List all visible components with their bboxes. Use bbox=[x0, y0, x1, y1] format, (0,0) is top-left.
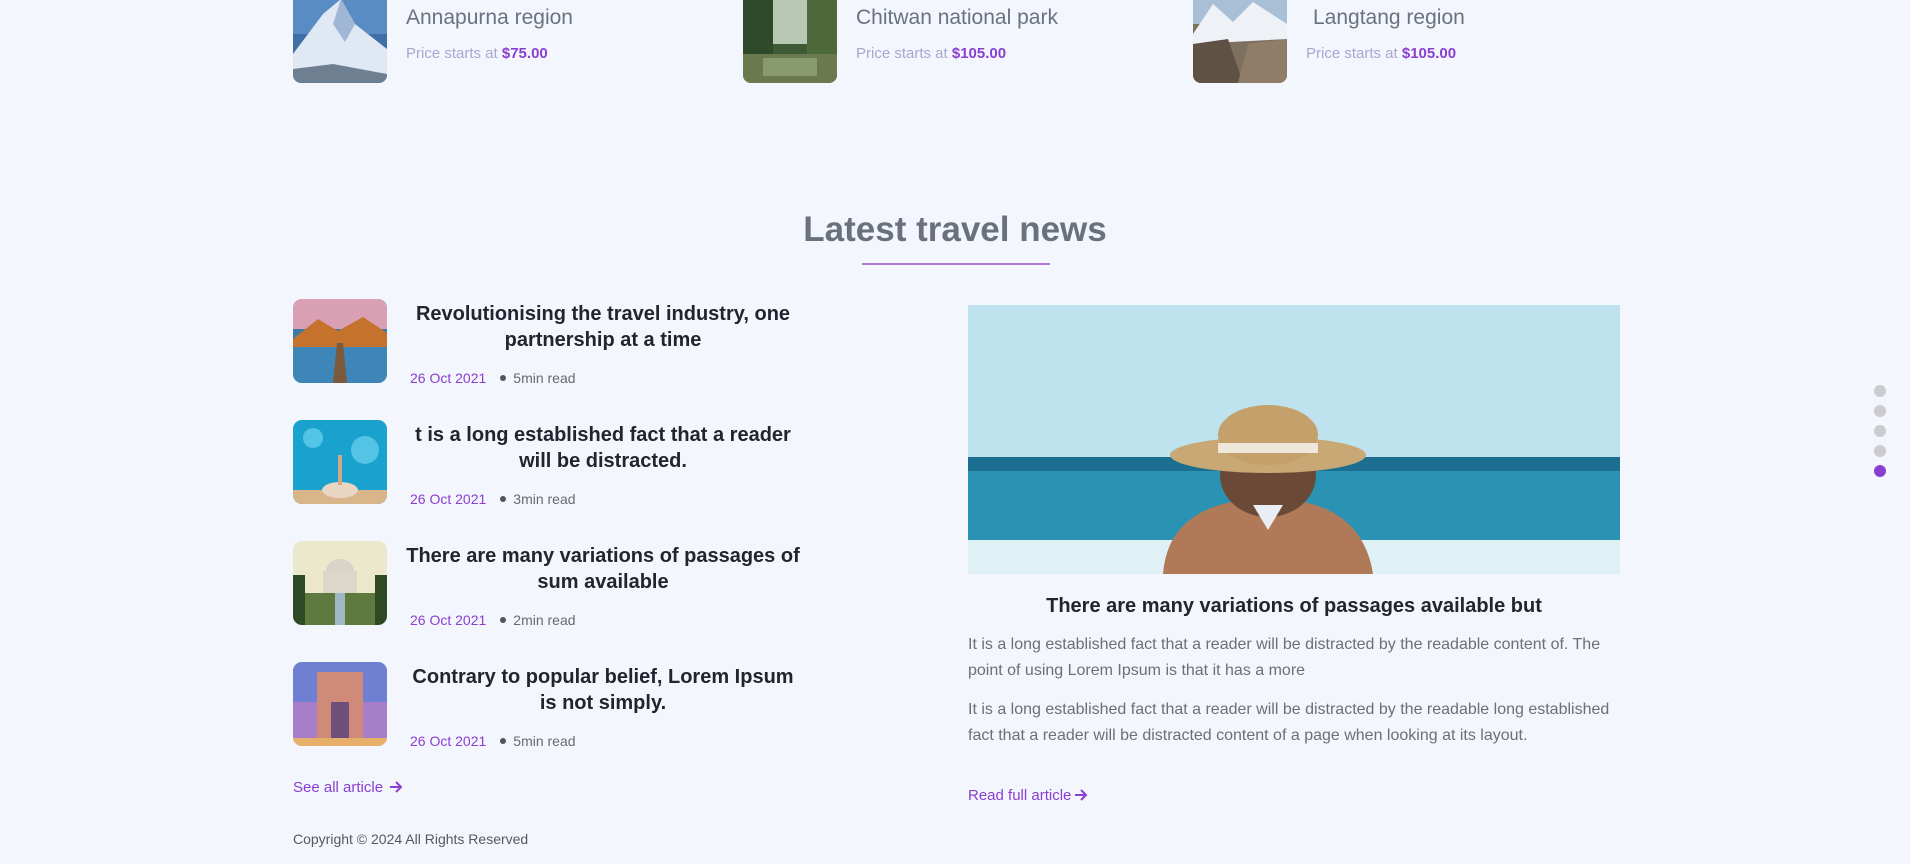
read-time: 3min read bbox=[513, 491, 576, 507]
separator-dot bbox=[500, 375, 507, 382]
featured-image[interactable] bbox=[968, 305, 1620, 574]
section-dot[interactable] bbox=[1874, 445, 1886, 457]
read-full-article-label: Read full article bbox=[968, 787, 1072, 804]
separator-dot bbox=[500, 617, 507, 624]
read-full-article-link[interactable]: Read full article bbox=[968, 787, 1088, 805]
news-date: 26 Oct 2021 bbox=[410, 370, 487, 386]
arrow-right-icon bbox=[390, 781, 403, 793]
destination-price: Price starts at $105.00 bbox=[1306, 45, 1457, 62]
news-thumbnail bbox=[293, 299, 387, 383]
news-thumbnail bbox=[293, 420, 387, 504]
news-date: 26 Oct 2021 bbox=[410, 612, 487, 628]
destination-image bbox=[743, 0, 837, 83]
destination-name: Chitwan national park bbox=[856, 6, 1058, 29]
news-item[interactable]: There are many variations of passages of… bbox=[293, 541, 853, 631]
title-underline bbox=[862, 263, 1050, 265]
news-item[interactable]: Contrary to popular belief, Lorem Ipsum … bbox=[293, 662, 853, 752]
news-title[interactable]: Contrary to popular belief, Lorem Ipsum … bbox=[403, 664, 803, 716]
destination-image bbox=[1193, 0, 1287, 83]
section-dot[interactable] bbox=[1874, 405, 1886, 417]
read-time: 5min read bbox=[513, 733, 576, 749]
section-dot-active[interactable] bbox=[1874, 465, 1886, 477]
news-date: 26 Oct 2021 bbox=[410, 491, 487, 507]
destination-card-langtang[interactable]: Langtang region Price starts at $105.00 bbox=[1193, 0, 1593, 84]
see-all-articles-link[interactable]: See all article bbox=[293, 779, 403, 797]
arrow-right-icon bbox=[1075, 789, 1088, 801]
separator-dot bbox=[500, 496, 507, 503]
featured-paragraph: It is a long established fact that a rea… bbox=[968, 636, 1601, 679]
featured-title[interactable]: There are many variations of passages av… bbox=[968, 595, 1620, 618]
destination-name: Langtang region bbox=[1313, 6, 1465, 29]
section-dot[interactable] bbox=[1874, 385, 1886, 397]
destination-price: Price starts at $105.00 bbox=[856, 45, 1007, 62]
news-meta: 26 Oct 2021 5min read bbox=[410, 733, 576, 749]
read-time: 2min read bbox=[513, 612, 576, 628]
news-item[interactable]: Revolutionising the travel industry, one… bbox=[293, 299, 853, 389]
section-dot[interactable] bbox=[1874, 425, 1886, 437]
news-title[interactable]: Revolutionising the travel industry, one… bbox=[403, 301, 803, 353]
news-meta: 26 Oct 2021 2min read bbox=[410, 612, 576, 628]
news-title[interactable]: t is a long established fact that a read… bbox=[403, 422, 803, 474]
destination-card-annapurna[interactable]: Annapurna region Price starts at $75.00 bbox=[293, 0, 693, 84]
news-title[interactable]: There are many variations of passages of… bbox=[403, 543, 803, 595]
see-all-label: See all article bbox=[293, 779, 384, 796]
news-date: 26 Oct 2021 bbox=[410, 733, 487, 749]
news-meta: 26 Oct 2021 3min read bbox=[410, 491, 576, 507]
news-thumbnail bbox=[293, 662, 387, 746]
section-title: Latest travel news bbox=[803, 210, 1107, 249]
separator-dot bbox=[500, 738, 507, 745]
news-item[interactable]: t is a long established fact that a read… bbox=[293, 420, 853, 510]
news-thumbnail bbox=[293, 541, 387, 625]
news-meta: 26 Oct 2021 5min read bbox=[410, 370, 576, 386]
copyright: Copyright © 2024 All Rights Reserved bbox=[293, 831, 529, 847]
featured-paragraph: It is a long established fact that a rea… bbox=[968, 701, 1610, 744]
destination-card-chitwan[interactable]: Chitwan national park Price starts at $1… bbox=[743, 0, 1143, 84]
destination-image bbox=[293, 0, 387, 83]
read-time: 5min read bbox=[513, 370, 576, 386]
section-nav-dots bbox=[1874, 385, 1886, 485]
destination-price: Price starts at $75.00 bbox=[406, 45, 548, 62]
destination-name: Annapurna region bbox=[406, 6, 573, 29]
